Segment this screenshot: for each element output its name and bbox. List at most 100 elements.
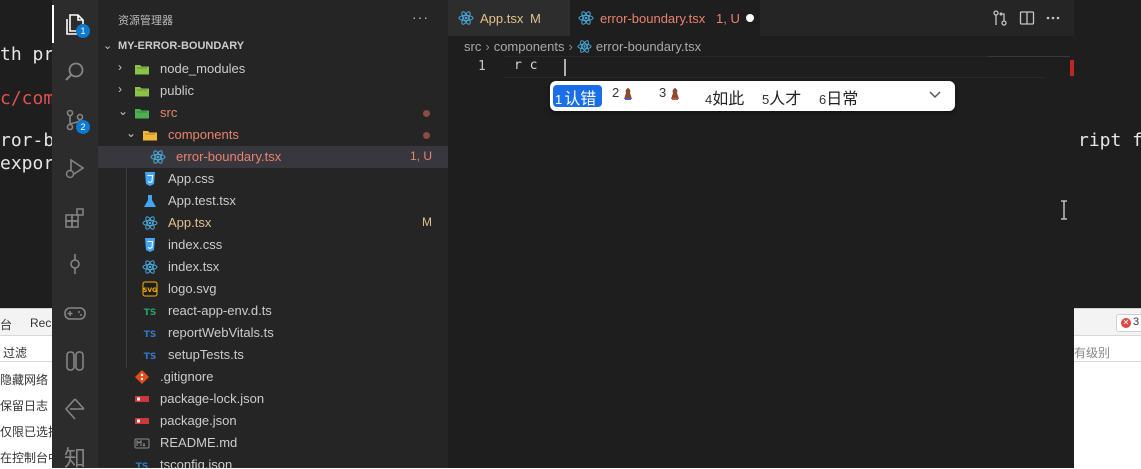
file-item[interactable]: App.tsx M — [98, 212, 448, 234]
tree-item-label: README.md — [160, 435, 238, 450]
tab-bar: App.tsx M error-boundary.tsx 1, U — [448, 0, 1074, 36]
file-item[interactable]: TS react-app-env.d.ts — [98, 300, 448, 322]
explorer-button[interactable]: 1 — [52, 1, 98, 47]
vscode-window: 1 2 知 资源管理器 ··· ⌄ MY-ERROR-BOUNDARY › no… — [52, 0, 1074, 468]
more-actions-icon[interactable] — [1044, 9, 1062, 27]
tab-git-status: 1, U — [716, 11, 740, 26]
tree-item-label: App.tsx — [168, 215, 212, 230]
react-icon — [142, 259, 158, 275]
tree-item-label: src — [160, 105, 178, 120]
devtools-option[interactable]: 保留日志 — [0, 397, 48, 414]
candidate-text: 认错 — [564, 91, 597, 108]
explorer-title: 资源管理器 — [118, 15, 173, 27]
svg-text:TS: TS — [136, 462, 149, 468]
run-debug-button[interactable] — [52, 145, 98, 191]
folder-item[interactable]: › public — [98, 80, 448, 102]
activity-bar: 1 2 知 — [52, 0, 98, 468]
extensions-button[interactable] — [52, 195, 98, 241]
devtools-option[interactable]: 隐藏网络 — [0, 371, 48, 388]
folder-item[interactable]: ⌄ components — [98, 124, 448, 146]
file-item[interactable]: error-boundary.tsx 1, U — [98, 146, 448, 168]
ime-candidate-2[interactable]: 2 — [612, 85, 648, 107]
run-debug-icon — [65, 158, 85, 179]
candidate-number: 3 — [659, 85, 667, 100]
devtools-panel: 台 Rec 过滤 隐藏网络 保留日志 仅限已选择 在控制台中 — [0, 308, 60, 469]
tab-label: App.tsx — [480, 11, 524, 26]
open-changes-icon[interactable] — [991, 9, 1009, 27]
file-item[interactable]: App.css — [98, 168, 448, 190]
file-item[interactable]: README.md — [98, 432, 448, 454]
source-control-button[interactable]: 2 — [52, 97, 98, 143]
tree-item-label: logo.svg — [168, 281, 217, 296]
gitlens-button[interactable] — [52, 386, 98, 432]
source-control-badge: 2 — [76, 120, 90, 134]
devtools-tab[interactable]: Rec — [30, 316, 51, 330]
more-actions-button[interactable]: ··· — [412, 9, 429, 25]
devtools-option[interactable]: 仅限已选择 — [0, 423, 60, 440]
file-item[interactable]: SVG logo.svg — [98, 278, 448, 300]
file-item[interactable]: index.css — [98, 234, 448, 256]
devtools-option[interactable]: 在控制台中 — [0, 449, 60, 466]
chevron-right-icon: › — [118, 60, 122, 74]
tree-item-label: package-lock.json — [160, 391, 265, 406]
tab-app-tsx[interactable]: App.tsx M — [448, 0, 570, 36]
remote-button[interactable] — [52, 338, 98, 384]
ime-candidate-5[interactable]: 5人才 — [762, 85, 812, 108]
code-text[interactable]: r c — [514, 58, 537, 73]
devtools-tab[interactable]: 台 — [0, 316, 12, 333]
explorer-header: 资源管理器 ··· — [98, 0, 448, 36]
timeline-button[interactable] — [52, 241, 98, 287]
overview-ruler — [988, 56, 1070, 77]
file-item[interactable]: package.json — [98, 410, 448, 432]
level-label[interactable]: 有级别 — [1074, 344, 1110, 361]
tree-item-label: setupTests.ts — [168, 347, 244, 362]
line-number: 1 — [478, 59, 486, 74]
tree-item-label: public — [160, 83, 194, 98]
folder-item[interactable]: › node_modules — [98, 58, 448, 80]
file-item[interactable]: TS tsconfig.json — [98, 454, 448, 468]
git-icon — [134, 369, 150, 385]
file-item[interactable]: package-lock.json — [98, 388, 448, 410]
file-item[interactable]: index.tsx — [98, 256, 448, 278]
gamepad-icon — [64, 307, 86, 320]
text-cursor — [564, 59, 566, 76]
markdown-icon — [134, 435, 150, 451]
ime-candidate-1[interactable]: 1 认错 — [553, 85, 602, 108]
error-count-badge[interactable]: ✕ 3 — [1116, 314, 1141, 332]
split-editor-icon[interactable] — [1018, 9, 1036, 27]
tab-error-boundary-tsx[interactable]: error-boundary.tsx 1, U — [570, 0, 760, 36]
error-marker[interactable] — [1070, 60, 1074, 76]
search-button[interactable] — [52, 49, 98, 95]
ime-candidate-4[interactable]: 4如此 — [705, 85, 755, 108]
candidate-number: 2 — [612, 85, 620, 100]
ime-candidate-window: 1 认错 2 3 4如此 5人才 6日常 — [550, 81, 955, 111]
translate-button[interactable]: 知 — [52, 434, 98, 468]
file-item[interactable]: App.test.tsx — [98, 190, 448, 212]
unsaved-dot-icon[interactable] — [746, 14, 754, 22]
gamepad-button[interactable] — [52, 290, 98, 336]
filter-label: 过滤 — [3, 346, 28, 360]
breadcrumb-item[interactable]: error-boundary.tsx — [596, 39, 701, 54]
tree-item-label: react-app-env.d.ts — [168, 303, 272, 318]
ts-def-icon: TS — [142, 303, 158, 319]
breadcrumb-item[interactable]: components — [494, 39, 565, 54]
breadcrumb-item[interactable]: src — [464, 39, 481, 54]
extensions-icon — [65, 208, 84, 228]
file-item[interactable]: .gitignore — [98, 366, 448, 388]
folder-item[interactable]: ⌄ src — [98, 102, 448, 124]
switch-icon — [66, 351, 84, 371]
ime-candidate-6[interactable]: 6日常 — [819, 85, 869, 108]
file-item[interactable]: TS reportWebVitals.ts — [98, 322, 448, 344]
ime-candidate-3[interactable]: 3 — [659, 85, 695, 107]
workspace-root[interactable]: ⌄ MY-ERROR-BOUNDARY — [98, 36, 448, 58]
react-icon — [458, 11, 474, 25]
chevron-down-icon[interactable] — [928, 87, 942, 101]
tree-item-label: components — [168, 127, 239, 142]
gitlens-icon — [64, 398, 85, 420]
candidate-text: 如此 — [712, 91, 745, 108]
tree-item-label: App.test.tsx — [168, 193, 236, 208]
react-icon — [577, 40, 592, 53]
file-item[interactable]: TS setupTests.ts — [98, 344, 448, 366]
tree-item-label: node_modules — [160, 61, 246, 76]
ts-icon: TS — [142, 347, 158, 363]
